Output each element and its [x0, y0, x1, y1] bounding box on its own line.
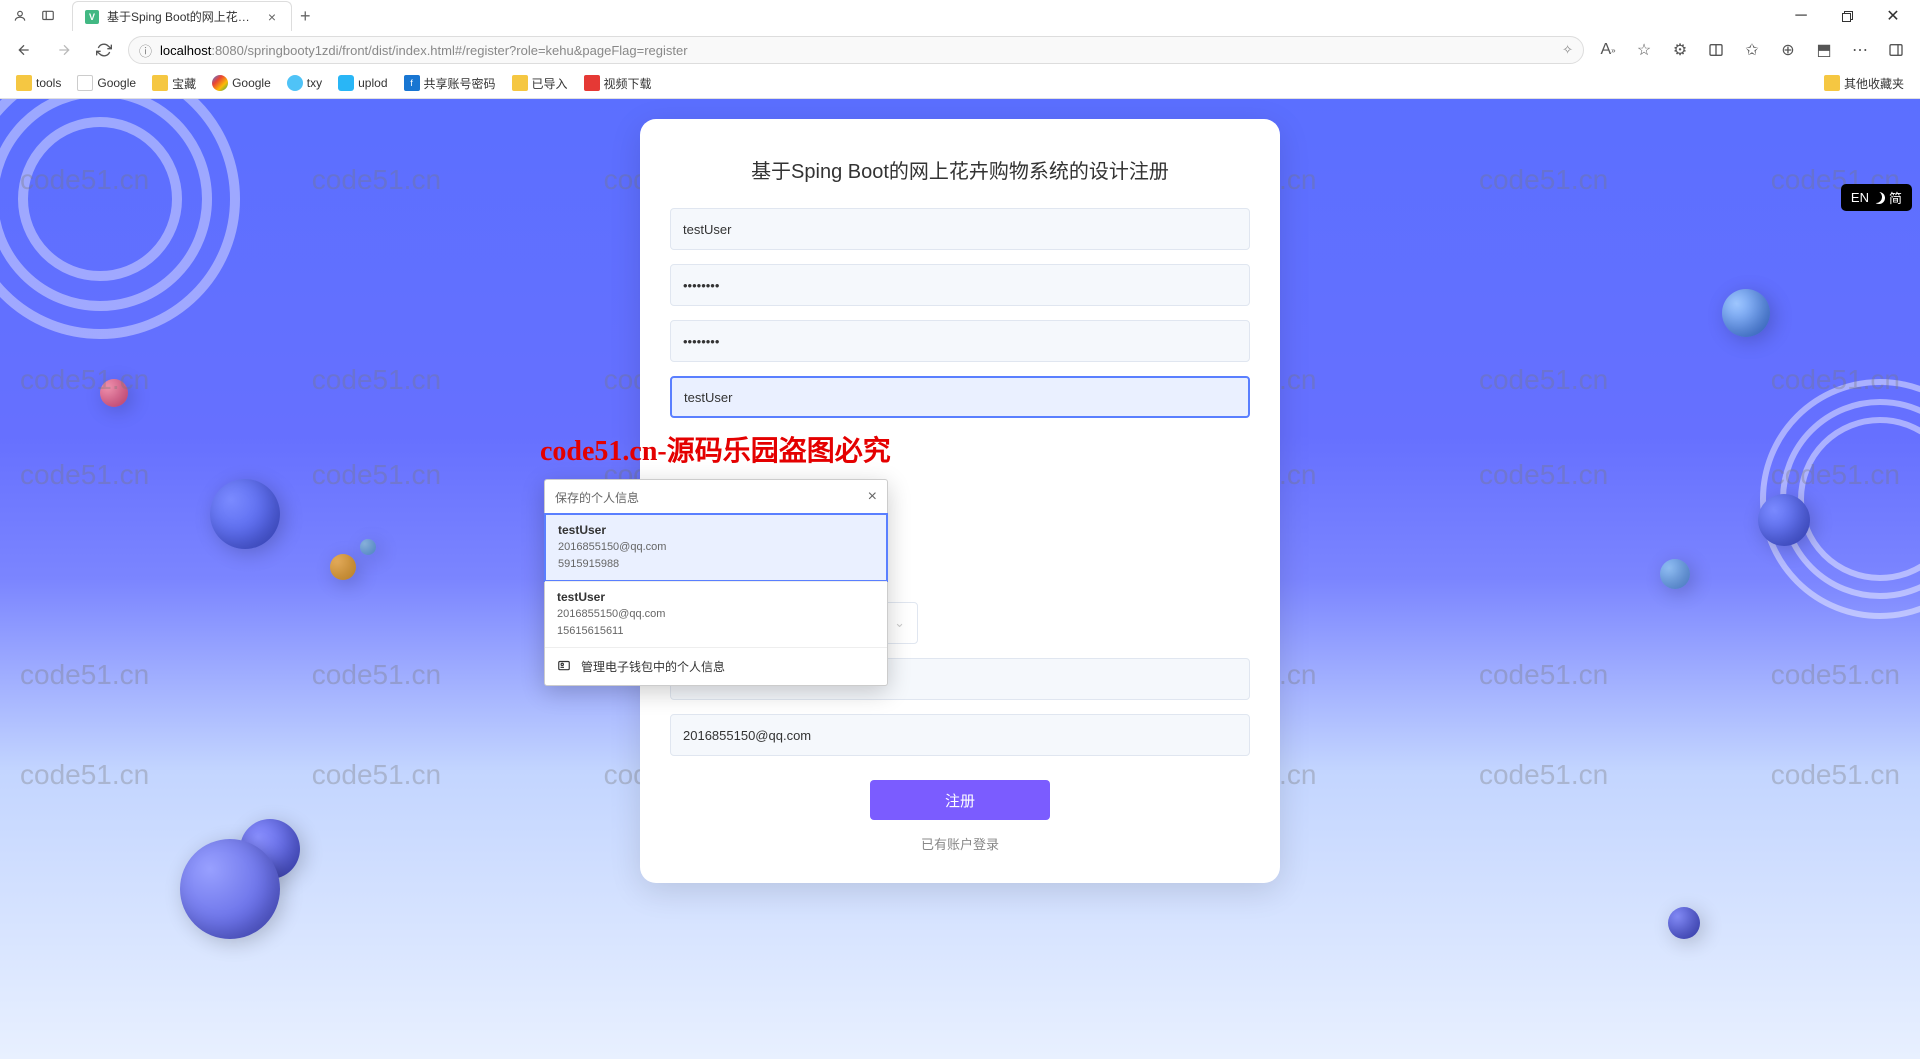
bookmark-google[interactable]: Google: [71, 72, 142, 94]
settings-icon[interactable]: ⚙: [1664, 34, 1696, 66]
username-input[interactable]: [670, 208, 1250, 250]
profile-icon[interactable]: [12, 8, 28, 24]
bookmark-uplod[interactable]: uplod: [332, 72, 393, 94]
minimize-button[interactable]: ─: [1778, 0, 1824, 32]
favorites-icon[interactable]: ✩: [1736, 34, 1768, 66]
url-text: localhost:8080/springbooty1zdi/front/dis…: [160, 43, 1554, 58]
decoration-ball: [360, 539, 376, 555]
bookmark-txy[interactable]: txy: [281, 72, 328, 94]
favorite-icon[interactable]: ☆: [1628, 34, 1660, 66]
window-controls: ─ ✕: [1778, 0, 1916, 32]
close-icon[interactable]: ×: [868, 488, 877, 506]
language-badge[interactable]: EN 简: [1841, 184, 1912, 211]
maximize-button[interactable]: [1824, 0, 1870, 32]
decoration-ball: [100, 379, 128, 407]
autofill-item[interactable]: testUser 2016855150@qq.com 5915915988: [544, 513, 888, 582]
bookmark-share[interactable]: f共享账号密码: [398, 72, 502, 95]
new-tab-button[interactable]: +: [292, 2, 319, 31]
titlebar: V 基于Sping Boot的网上花卉购物 × + ─ ✕: [0, 0, 1920, 32]
close-window-button[interactable]: ✕: [1870, 0, 1916, 32]
split-icon[interactable]: [1700, 34, 1732, 66]
extensions-icon[interactable]: ⬒: [1808, 34, 1840, 66]
login-link[interactable]: 已有账户登录: [670, 834, 1250, 853]
form-title: 基于Sping Boot的网上花卉购物系统的设计注册: [670, 155, 1250, 184]
tab-title: 基于Sping Boot的网上花卉购物: [107, 8, 257, 25]
url-input[interactable]: ⓘ localhost:8080/springbooty1zdi/front/d…: [128, 36, 1584, 64]
wallet-icon: [557, 658, 571, 675]
bookmark-tools[interactable]: tools: [10, 72, 67, 94]
confirm-password-input[interactable]: [670, 320, 1250, 362]
autofill-header: 保存的个人信息 ×: [545, 480, 887, 514]
address-bar: ⓘ localhost:8080/springbooty1zdi/front/d…: [0, 32, 1920, 68]
bookmark-google2[interactable]: Google: [206, 72, 277, 94]
bookmark-imported[interactable]: 已导入: [506, 72, 574, 95]
back-button[interactable]: [8, 34, 40, 66]
bookmark-treasure[interactable]: 宝藏: [146, 72, 202, 95]
decoration-ball: [1668, 907, 1700, 939]
autofill-item[interactable]: testUser 2016855150@qq.com 15615615611: [545, 581, 887, 647]
read-aloud-icon[interactable]: ✧: [1562, 42, 1573, 58]
bookmark-video[interactable]: 视频下载: [578, 72, 658, 95]
page-content: code51.cncode51.cncode51.cncode51.cncode…: [0, 99, 1920, 1059]
more-icon[interactable]: ⋯: [1844, 34, 1876, 66]
decoration-ball: [1660, 559, 1690, 589]
sidebar-icon[interactable]: [1880, 34, 1912, 66]
close-icon[interactable]: ×: [265, 10, 279, 24]
decoration-ball: [1722, 289, 1770, 337]
decoration-ball: [330, 554, 356, 580]
decoration-ball: [210, 479, 280, 549]
autofill-manage-link[interactable]: 管理电子钱包中的个人信息: [545, 647, 887, 685]
browser-chrome: V 基于Sping Boot的网上花卉购物 × + ─ ✕ ⓘ localhos…: [0, 0, 1920, 99]
browser-tab[interactable]: V 基于Sping Boot的网上花卉购物 ×: [72, 1, 292, 31]
realname-input[interactable]: [670, 376, 1250, 418]
collections-icon[interactable]: ⊕: [1772, 34, 1804, 66]
workspaces-icon[interactable]: [40, 8, 56, 24]
bookmarks-bar: tools Google 宝藏 Google txy uplod f共享账号密码…: [0, 68, 1920, 98]
moon-icon: [1873, 192, 1885, 204]
register-button[interactable]: 注册: [870, 780, 1050, 820]
tab-favicon-icon: V: [85, 10, 99, 24]
decoration-ball: [180, 839, 280, 939]
autofill-popup: 保存的个人信息 × testUser 2016855150@qq.com 591…: [544, 479, 888, 686]
email-input[interactable]: [670, 714, 1250, 756]
chevron-down-icon: ⌄: [894, 615, 905, 631]
refresh-button[interactable]: [88, 34, 120, 66]
decoration-ball: [1758, 494, 1810, 546]
forward-button[interactable]: [48, 34, 80, 66]
tab-strip: V 基于Sping Boot的网上花卉购物 × +: [72, 1, 319, 31]
decoration-rings: [0, 99, 240, 339]
password-input[interactable]: [670, 264, 1250, 306]
reader-icon[interactable]: A»: [1592, 34, 1624, 66]
site-info-icon[interactable]: ⓘ: [139, 41, 152, 60]
bookmark-other[interactable]: 其他收藏夹: [1818, 72, 1910, 95]
